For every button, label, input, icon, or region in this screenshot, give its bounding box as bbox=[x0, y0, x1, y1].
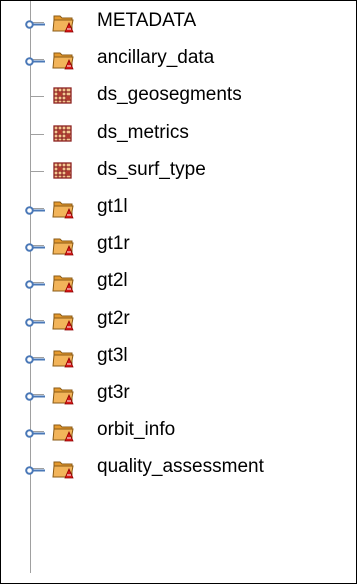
expand-handle-icon[interactable] bbox=[25, 390, 47, 403]
tree-connector bbox=[30, 96, 44, 98]
tree-node-label[interactable]: ds_metrics bbox=[97, 122, 189, 144]
folder-group-icon bbox=[52, 309, 76, 333]
folder-group-icon bbox=[52, 346, 76, 370]
tree-list: METADATA ancillary_data ds_geosegments d… bbox=[1, 10, 356, 507]
expand-handle-icon[interactable] bbox=[25, 204, 47, 217]
tree-node-label[interactable]: ancillary_data bbox=[97, 47, 214, 69]
tree-node-label[interactable]: gt1l bbox=[97, 196, 128, 218]
folder-group-icon bbox=[52, 420, 76, 444]
dataset-grid-icon bbox=[52, 123, 76, 147]
folder-group-icon bbox=[52, 197, 76, 221]
expand-handle-icon[interactable] bbox=[25, 18, 47, 31]
folder-group-icon bbox=[52, 48, 76, 72]
expand-handle-icon[interactable] bbox=[25, 427, 47, 440]
expand-handle-icon[interactable] bbox=[25, 55, 47, 68]
folder-group-icon bbox=[52, 234, 76, 258]
tree-node-label[interactable]: gt3r bbox=[97, 382, 130, 404]
folder-group-icon bbox=[52, 457, 76, 481]
expand-handle-icon[interactable] bbox=[25, 316, 47, 329]
dataset-grid-icon bbox=[52, 160, 76, 184]
tree-node-label[interactable]: ds_geosegments bbox=[97, 84, 242, 106]
folder-group-icon bbox=[52, 271, 76, 295]
tree-node-label[interactable]: METADATA bbox=[97, 10, 196, 32]
expand-handle-icon[interactable] bbox=[25, 464, 47, 477]
tree-node-label[interactable]: ds_surf_type bbox=[97, 159, 206, 181]
tree-node-label[interactable]: gt2l bbox=[97, 270, 128, 292]
dataset-grid-icon bbox=[52, 85, 76, 109]
tree-node-label[interactable]: orbit_info bbox=[97, 419, 175, 441]
tree-node-label[interactable]: quality_assessment bbox=[97, 456, 264, 478]
tree-node-label[interactable]: gt2r bbox=[97, 308, 130, 330]
folder-group-icon bbox=[52, 383, 76, 407]
tree-node-group[interactable]: quality_assessment bbox=[1, 456, 356, 507]
tree-connector bbox=[30, 133, 44, 135]
expand-handle-icon[interactable] bbox=[25, 278, 47, 291]
folder-group-icon bbox=[52, 11, 76, 35]
tree-node-label[interactable]: gt1r bbox=[97, 233, 130, 255]
tree-node-label[interactable]: gt3l bbox=[97, 345, 128, 367]
tree-connector bbox=[30, 170, 44, 172]
hdf-tree-panel: METADATA ancillary_data ds_geosegments d… bbox=[0, 0, 357, 584]
expand-handle-icon[interactable] bbox=[25, 241, 47, 254]
expand-handle-icon[interactable] bbox=[25, 353, 47, 366]
